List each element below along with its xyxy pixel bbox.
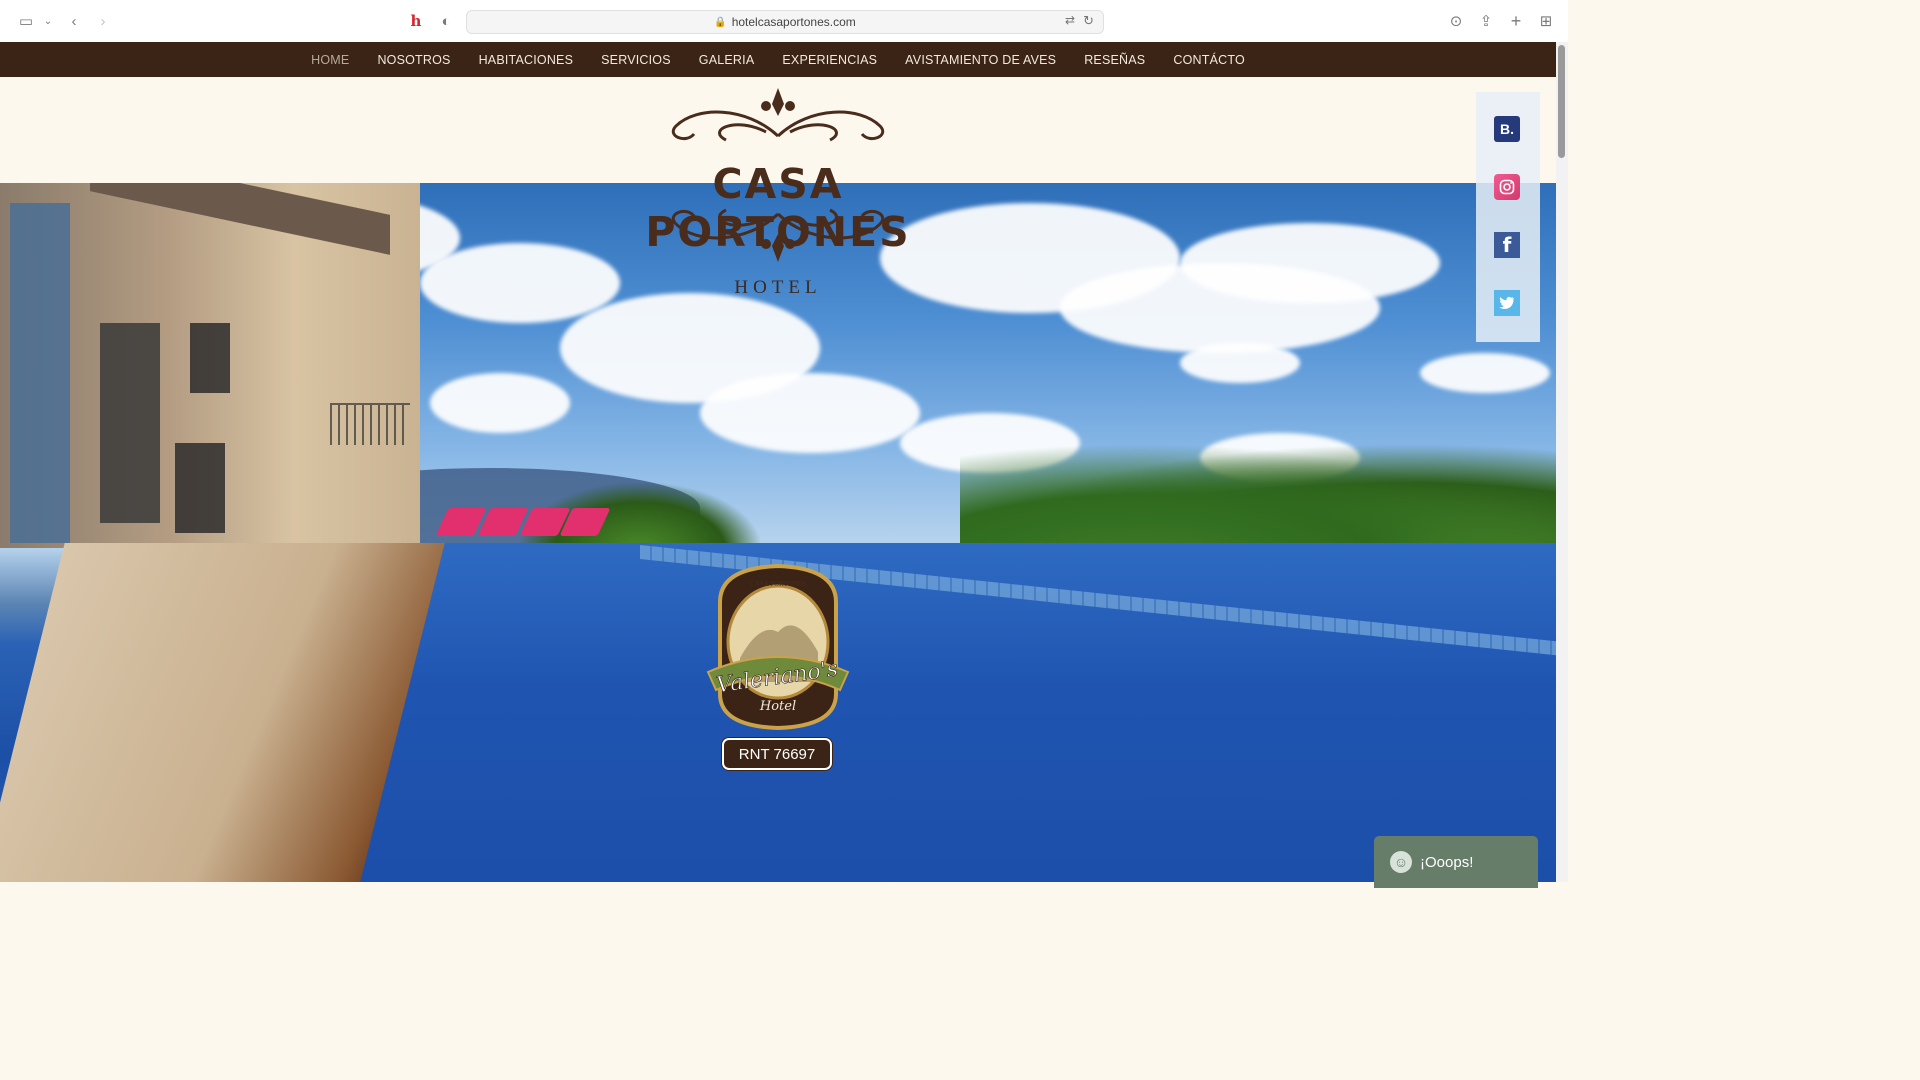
twitter-icon[interactable] — [1494, 290, 1520, 316]
honey-extension-icon[interactable]: h — [406, 11, 426, 31]
new-tab-icon[interactable]: + — [1506, 11, 1526, 31]
chat-widget[interactable]: ☺ ¡Ooops! — [1374, 836, 1538, 888]
nav-home[interactable]: HOME — [311, 53, 349, 67]
ornament-bottom-icon — [671, 208, 885, 262]
scrollbar-track[interactable] — [1556, 42, 1568, 882]
back-icon[interactable]: ‹ — [64, 11, 84, 31]
chevron-down-icon[interactable]: ⌄ — [38, 11, 58, 31]
nav-resenas[interactable]: RESEÑAS — [1084, 53, 1145, 67]
nav-galeria[interactable]: GALERIA — [699, 53, 755, 67]
nav-servicios[interactable]: SERVICIOS — [601, 53, 671, 67]
nav-experiencias[interactable]: EXPERIENCIAS — [782, 53, 877, 67]
nav-nosotros[interactable]: NOSOTROS — [377, 53, 450, 67]
reload-icon[interactable]: ↻ — [1083, 13, 1094, 29]
booking-icon[interactable]: B. — [1494, 116, 1520, 142]
instagram-icon[interactable] — [1494, 174, 1520, 200]
shield-icon[interactable]: ◐ — [436, 11, 456, 31]
site-logo[interactable]: CASA PORTONES HOTEL — [576, 86, 980, 300]
lock-icon: 🔒 — [714, 16, 727, 28]
chat-widget-label: ¡Ooops! — [1420, 853, 1474, 871]
sidebar-toggle-icon[interactable]: ▭ — [16, 11, 36, 31]
ornament-top-icon — [671, 88, 885, 142]
address-bar[interactable]: 🔒 hotelcasaportones.com ⇄ ↻ — [466, 10, 1104, 34]
tab-overview-icon[interactable]: ⊞ — [1536, 11, 1556, 31]
url-text: hotelcasaportones.com — [731, 15, 856, 29]
download-icon[interactable]: ⊙ — [1446, 11, 1466, 31]
logo-subtitle: HOTEL — [734, 277, 822, 298]
forward-icon[interactable]: › — [93, 11, 113, 31]
site-nav: HOME NOSOTROS HABITACIONES SERVICIOS GAL… — [0, 42, 1556, 77]
valerianos-badge[interactable]: CASA PORTONES Valeriano's Hotel — [700, 562, 856, 732]
browser-toolbar: ▭ ⌄ ‹ › h ◐ 🔒 hotelcasaportones.com ⇄ ↻ … — [0, 0, 1568, 43]
rnt-badge: RNT 76697 — [722, 738, 832, 770]
share-icon[interactable]: ⇪ — [1476, 11, 1496, 31]
badge-top-text: CASA PORTONES — [750, 580, 806, 588]
translate-icon[interactable]: ⇄ — [1065, 13, 1075, 27]
scrollbar-thumb[interactable] — [1558, 45, 1565, 158]
nav-contacto[interactable]: CONTÁCTO — [1173, 53, 1245, 67]
facebook-icon[interactable]: f — [1494, 232, 1520, 258]
nav-habitaciones[interactable]: HABITACIONES — [479, 53, 574, 67]
badge-hotel: Hotel — [759, 699, 796, 714]
nav-avistamiento[interactable]: AVISTAMIENTO DE AVES — [905, 53, 1056, 67]
smile-icon: ☺ — [1390, 851, 1412, 873]
